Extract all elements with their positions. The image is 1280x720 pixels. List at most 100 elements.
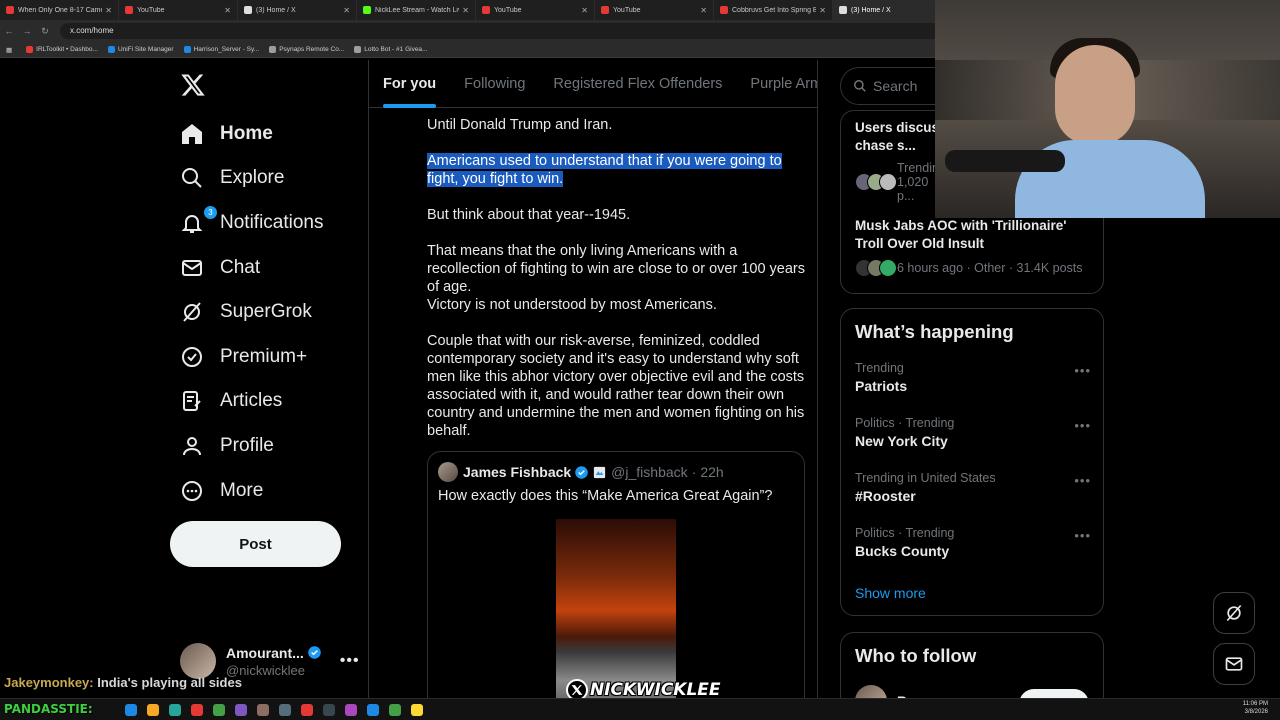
browser-tab[interactable]: YouTube ✕ <box>119 0 238 20</box>
edge-icon[interactable] <box>169 703 181 716</box>
more-dots-icon[interactable]: ••• <box>1074 473 1091 488</box>
whats-happening-card: What’s happening Trending Patriots ••• P… <box>840 308 1104 616</box>
bell-icon <box>181 215 203 233</box>
chat-text: India's playing all sides <box>97 675 242 690</box>
close-icon[interactable]: ✕ <box>581 6 588 15</box>
trend-item[interactable]: Trending in United States #Rooster ••• <box>855 471 1091 504</box>
stream-chat-message: Jakeymonkey: India's playing all sides <box>4 675 242 690</box>
app-icon[interactable] <box>257 703 269 716</box>
article-icon <box>183 391 201 411</box>
apps-icon[interactable]: ▦ <box>6 46 12 54</box>
close-icon[interactable]: ✕ <box>462 6 469 15</box>
trend-item[interactable]: Politics · Trending Bucks County ••• <box>855 526 1091 559</box>
messages-button[interactable] <box>1213 643 1255 685</box>
start-icon[interactable] <box>125 703 137 716</box>
nav-home[interactable]: Home <box>180 114 273 154</box>
post-paragraph: Victory is not understood by most Americ… <box>427 297 717 313</box>
app-icon[interactable] <box>279 703 291 716</box>
nav-premium[interactable]: Premium+ <box>180 337 307 377</box>
avatar <box>438 462 458 482</box>
browser-tab[interactable]: NickLee Stream - Watch Live o✕ <box>357 0 476 20</box>
more-dots-icon[interactable]: ••• <box>340 652 360 670</box>
back-icon[interactable]: ← <box>0 26 18 36</box>
tab-following[interactable]: Following <box>464 60 525 108</box>
app-icon[interactable] <box>389 703 401 716</box>
browser-tab[interactable]: (3) Home / X ✕ <box>238 0 357 20</box>
avatar-stack <box>855 173 897 191</box>
nav-notifications[interactable]: 3 Notifications <box>180 203 324 243</box>
post-paragraph-highlighted: Americans used to understand that if you… <box>427 152 807 188</box>
bookmark-item[interactable]: Psynaps Remote Co... <box>269 46 344 53</box>
nav-articles[interactable]: Articles <box>180 381 282 421</box>
tab-for-you[interactable]: For you <box>383 60 437 108</box>
home-icon <box>182 124 202 144</box>
chrome-icon[interactable] <box>191 703 203 716</box>
bookmark-item[interactable]: IRLToolkit • Dashbo... <box>26 46 98 53</box>
quote-media-image[interactable] <box>556 519 676 700</box>
grok-button[interactable] <box>1213 592 1255 634</box>
post-paragraph: That means that the only living American… <box>427 243 806 295</box>
avatar <box>180 643 216 679</box>
x-logo-icon[interactable] <box>180 72 206 98</box>
nav-more[interactable]: More <box>180 471 263 511</box>
main-feed: For you Following Registered Flex Offend… <box>368 60 818 700</box>
more-circle-icon <box>182 481 202 501</box>
nav-explore[interactable]: Explore <box>180 158 284 198</box>
browser-tab[interactable]: When Only One 8-17 Came Ho✕ <box>0 0 119 20</box>
more-dots-icon[interactable]: ••• <box>1074 363 1091 378</box>
selected-text: Americans used to understand that if you… <box>427 153 782 187</box>
close-icon[interactable]: ✕ <box>343 6 350 15</box>
app-icon[interactable] <box>301 703 313 716</box>
url-input[interactable]: x.com/home <box>60 23 940 39</box>
search-icon <box>182 168 202 188</box>
browser-tab[interactable]: YouTube ✕ <box>595 0 714 20</box>
more-dots-icon[interactable]: ••• <box>1074 528 1091 543</box>
bookmark-item[interactable]: Lotto Bot - #1 Givea... <box>354 46 427 53</box>
nav-profile[interactable]: Profile <box>180 426 274 466</box>
post-button[interactable]: Post <box>170 521 341 567</box>
quote-text: How exactly does this “Make America Grea… <box>438 488 773 504</box>
mail-icon <box>1225 657 1243 671</box>
feed-tabs: For you Following Registered Flex Offend… <box>369 60 817 108</box>
profile-icon <box>183 437 201 456</box>
more-dots-icon[interactable]: ••• <box>1074 418 1091 433</box>
browser-tab[interactable]: YouTube ✕ <box>476 0 595 20</box>
x-icon <box>839 6 847 14</box>
close-icon[interactable]: ✕ <box>224 6 231 15</box>
trend-item[interactable]: Trending Patriots ••• <box>855 361 1091 394</box>
quoted-post[interactable]: James Fishback @j_fishback · 22h How exa… <box>427 451 805 700</box>
app-icon[interactable] <box>345 703 357 716</box>
app-icon[interactable] <box>411 703 423 716</box>
obs-icon[interactable] <box>323 703 335 716</box>
nav-chat[interactable]: Chat <box>180 248 260 288</box>
show-more-link[interactable]: Show more <box>855 585 926 601</box>
microphone <box>945 150 1065 172</box>
webcam-overlay <box>935 0 1280 218</box>
bookmark-item[interactable]: Harrison_Server - Sy... <box>183 46 259 53</box>
nav-supergrok[interactable]: SuperGrok <box>180 292 312 332</box>
tab-purple-army[interactable]: Purple Army <box>750 60 817 108</box>
post-paragraph: Until Donald Trump and Iran. <box>427 117 613 133</box>
post-paragraph: Couple that with our risk-averse, femini… <box>427 333 805 439</box>
tab-registered-flex-offenders[interactable]: Registered Flex Offenders <box>553 60 722 108</box>
os-taskbar <box>0 698 1280 720</box>
youtube-icon <box>720 6 728 14</box>
post-paragraph: But think about that year--1945. <box>427 207 631 223</box>
quote-author-name[interactable]: James Fishback <box>463 464 571 480</box>
forward-icon[interactable]: → <box>18 26 36 36</box>
close-icon[interactable]: ✕ <box>819 6 826 15</box>
chrome-icon[interactable] <box>213 703 225 716</box>
news-item[interactable]: Musk Jabs AOC with 'Trillionaire' Troll … <box>855 217 1095 277</box>
browser-tab[interactable]: Cobbruvs Get Into Spring Brea✕ <box>714 0 833 20</box>
close-icon[interactable]: ✕ <box>105 6 112 15</box>
trend-item[interactable]: Politics · Trending New York City ••• <box>855 416 1091 449</box>
app-icon[interactable] <box>235 703 247 716</box>
account-name: Amourant... <box>226 644 304 661</box>
app-icon[interactable] <box>367 703 379 716</box>
reload-icon[interactable]: ↻ <box>36 26 54 37</box>
youtube-icon <box>125 6 133 14</box>
close-icon[interactable]: ✕ <box>700 6 707 15</box>
file-explorer-icon[interactable] <box>147 703 159 716</box>
grok-icon <box>183 302 201 322</box>
bookmark-item[interactable]: UniFi Site Manager <box>107 46 174 53</box>
